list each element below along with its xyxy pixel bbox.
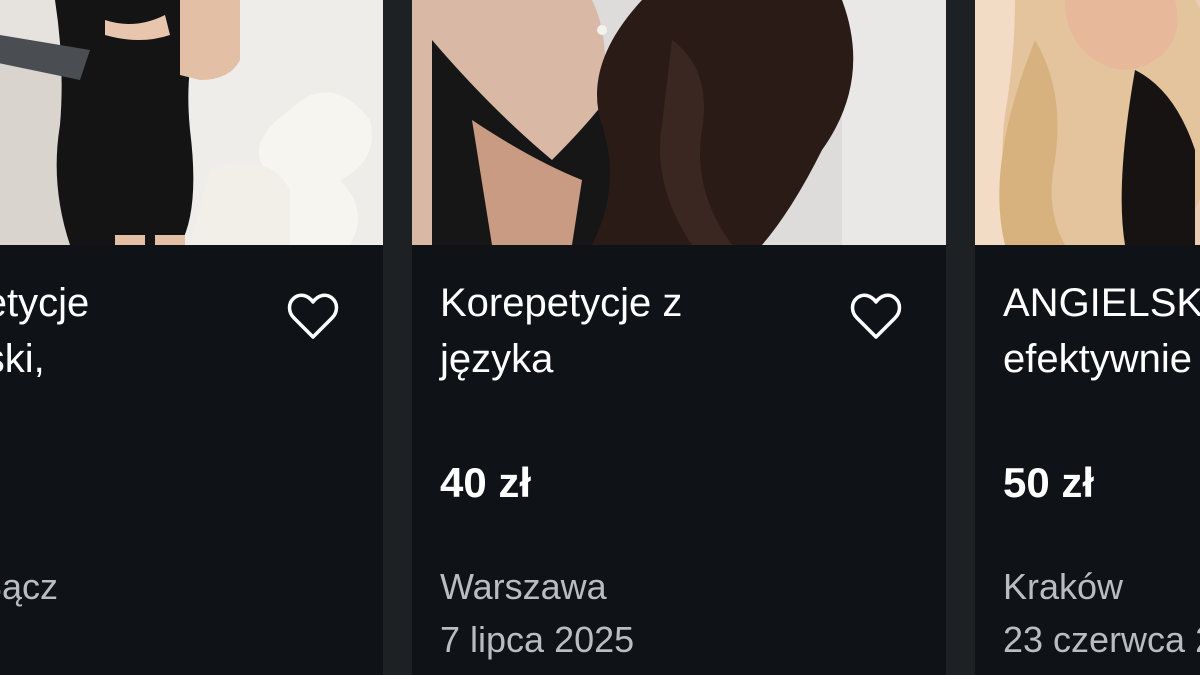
listing-date: 23 czerwca 2025: [1003, 619, 1200, 660]
listing-location: Warszawa: [440, 566, 607, 607]
listing-title[interactable]: ANGIELSKI efektywnie: [1003, 275, 1200, 387]
listing-card[interactable]: Korepetycje z języka 40 zł Warszawa 7 li…: [412, 0, 946, 675]
heart-outline-icon: [287, 293, 339, 339]
listing-date: 7 lipca 2025: [440, 619, 635, 660]
listing-carousel: Korepetycje angielski, Nowy Sącz 2025: [0, 0, 1200, 675]
listing-price: 40 zł: [440, 459, 532, 506]
favorite-button[interactable]: [849, 290, 903, 344]
listing-title-line: angielski,: [0, 337, 45, 381]
listing-photo[interactable]: [412, 0, 946, 245]
listing-price: 50 zł: [1003, 459, 1095, 506]
listing-title-line: Korepetycje: [0, 281, 90, 325]
listing-title[interactable]: Korepetycje z języka: [440, 275, 840, 387]
listing-title[interactable]: Korepetycje angielski,: [0, 275, 278, 387]
listing-photo[interactable]: [975, 0, 1200, 245]
listing-title-line: języka: [440, 337, 554, 381]
heart-outline-icon: [850, 293, 902, 339]
listing-location: Kraków: [1003, 566, 1124, 607]
favorite-button[interactable]: [286, 290, 340, 344]
listing-title-line: Korepetycje z: [440, 281, 683, 325]
listing-title-line: ANGIELSKI: [1003, 281, 1200, 325]
listing-title-line: efektywnie: [1003, 337, 1192, 381]
listing-location: Nowy Sącz: [0, 566, 59, 607]
listing-card[interactable]: ANGIELSKI efektywnie 50 zł Kraków 23 cze…: [975, 0, 1200, 675]
listing-photo[interactable]: [0, 0, 383, 245]
listing-card[interactable]: Korepetycje angielski, Nowy Sącz 2025: [0, 0, 383, 675]
